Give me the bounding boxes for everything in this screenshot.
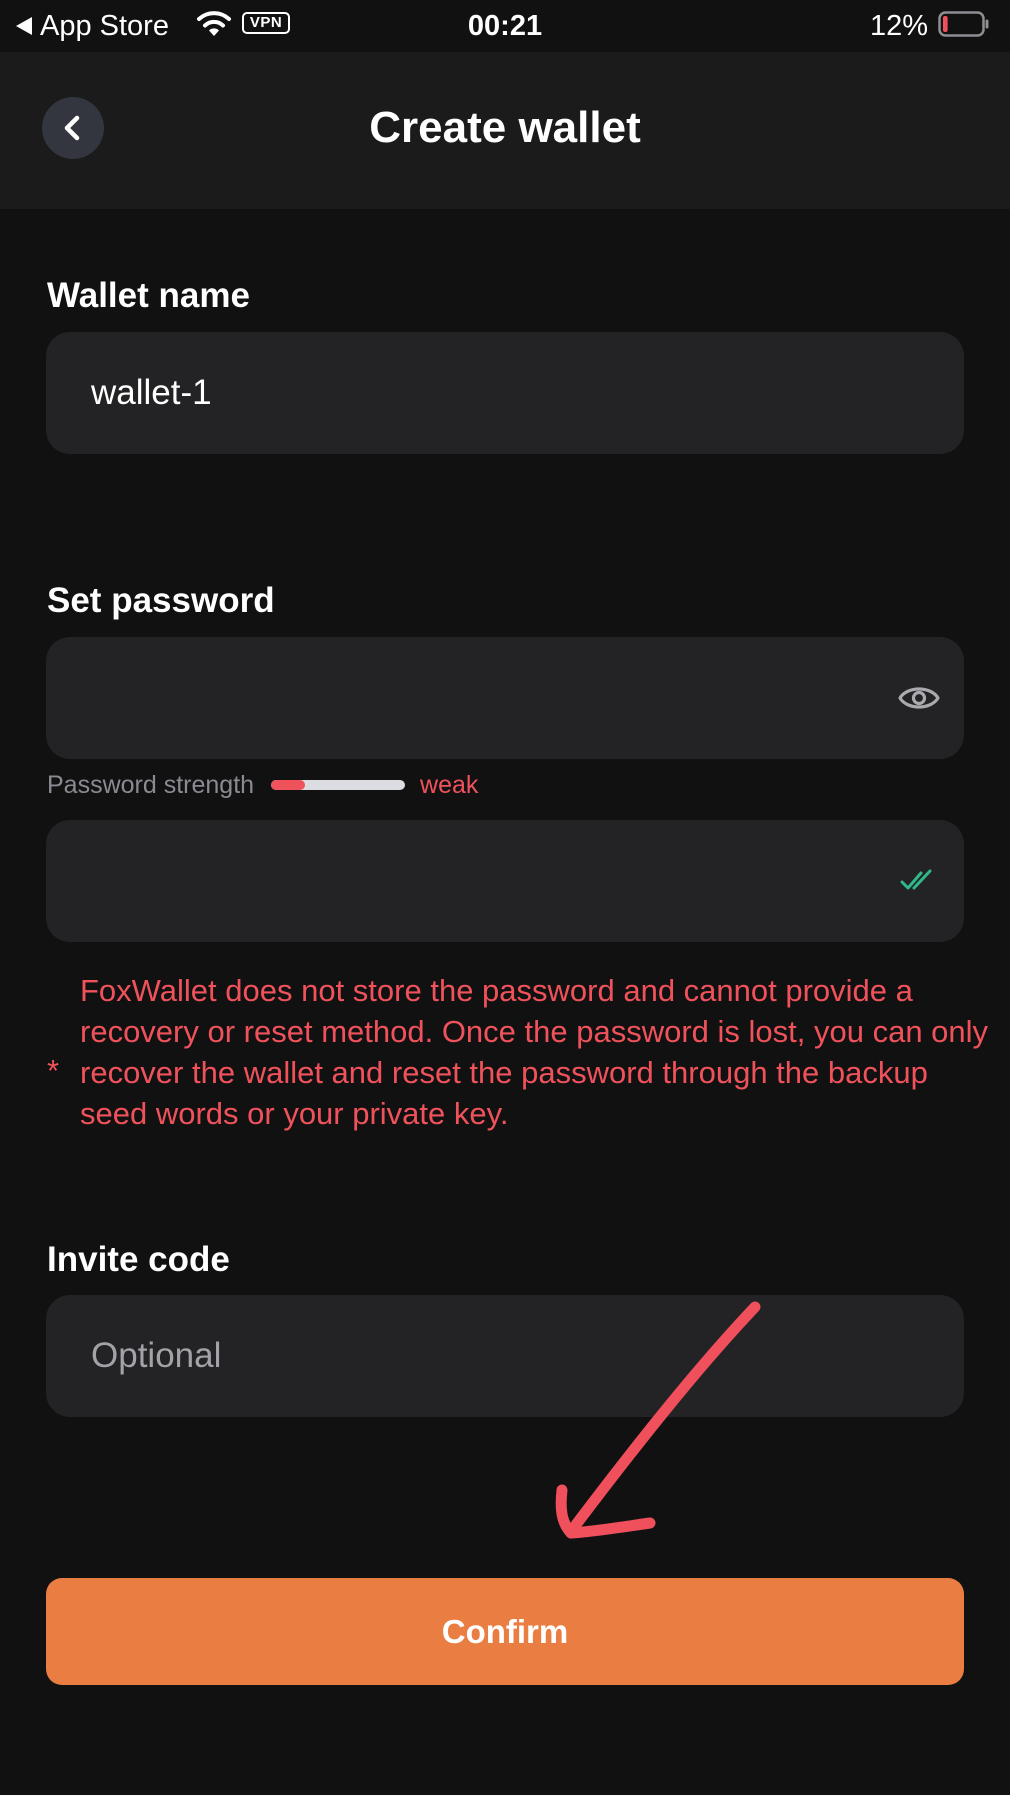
wallet-name-field[interactable] — [46, 332, 964, 454]
page-title: Create wallet — [369, 103, 641, 152]
toggle-password-visibility-button[interactable] — [896, 675, 942, 721]
invite-code-label: Invite code — [47, 1240, 230, 1279]
battery-icon — [938, 11, 989, 37]
double-check-icon — [900, 869, 932, 890]
password-strength-bar — [271, 780, 406, 790]
confirm-button[interactable]: Confirm — [46, 1578, 964, 1685]
warning-text: FoxWallet does not store the password an… — [80, 973, 989, 1131]
confirm-password-field[interactable] — [46, 820, 964, 942]
password-match-indicator — [896, 858, 942, 904]
eye-icon — [898, 687, 940, 709]
status-bar: App Store VPN 00:21 12% — [0, 0, 1010, 52]
wallet-name-input[interactable] — [91, 332, 871, 454]
header: Create wallet — [0, 52, 1010, 209]
password-strength-fill — [271, 780, 305, 790]
password-input[interactable] — [91, 637, 871, 759]
password-strength-label: Password strength — [47, 770, 255, 799]
wallet-name-label: Wallet name — [47, 276, 250, 315]
warning-asterisk: * — [47, 1053, 60, 1088]
battery-level-fill — [943, 16, 948, 32]
battery-percent: 12% — [869, 10, 928, 42]
status-time: 00:21 — [467, 10, 543, 42]
invite-code-input[interactable] — [91, 1295, 871, 1417]
password-strength-value: weak — [420, 770, 479, 799]
invite-code-field[interactable] — [46, 1295, 964, 1417]
password-field[interactable] — [46, 637, 964, 759]
set-password-label: Set password — [47, 581, 275, 620]
password-strength-row: Password strength weak — [47, 768, 478, 802]
confirm-password-input[interactable] — [91, 820, 871, 942]
